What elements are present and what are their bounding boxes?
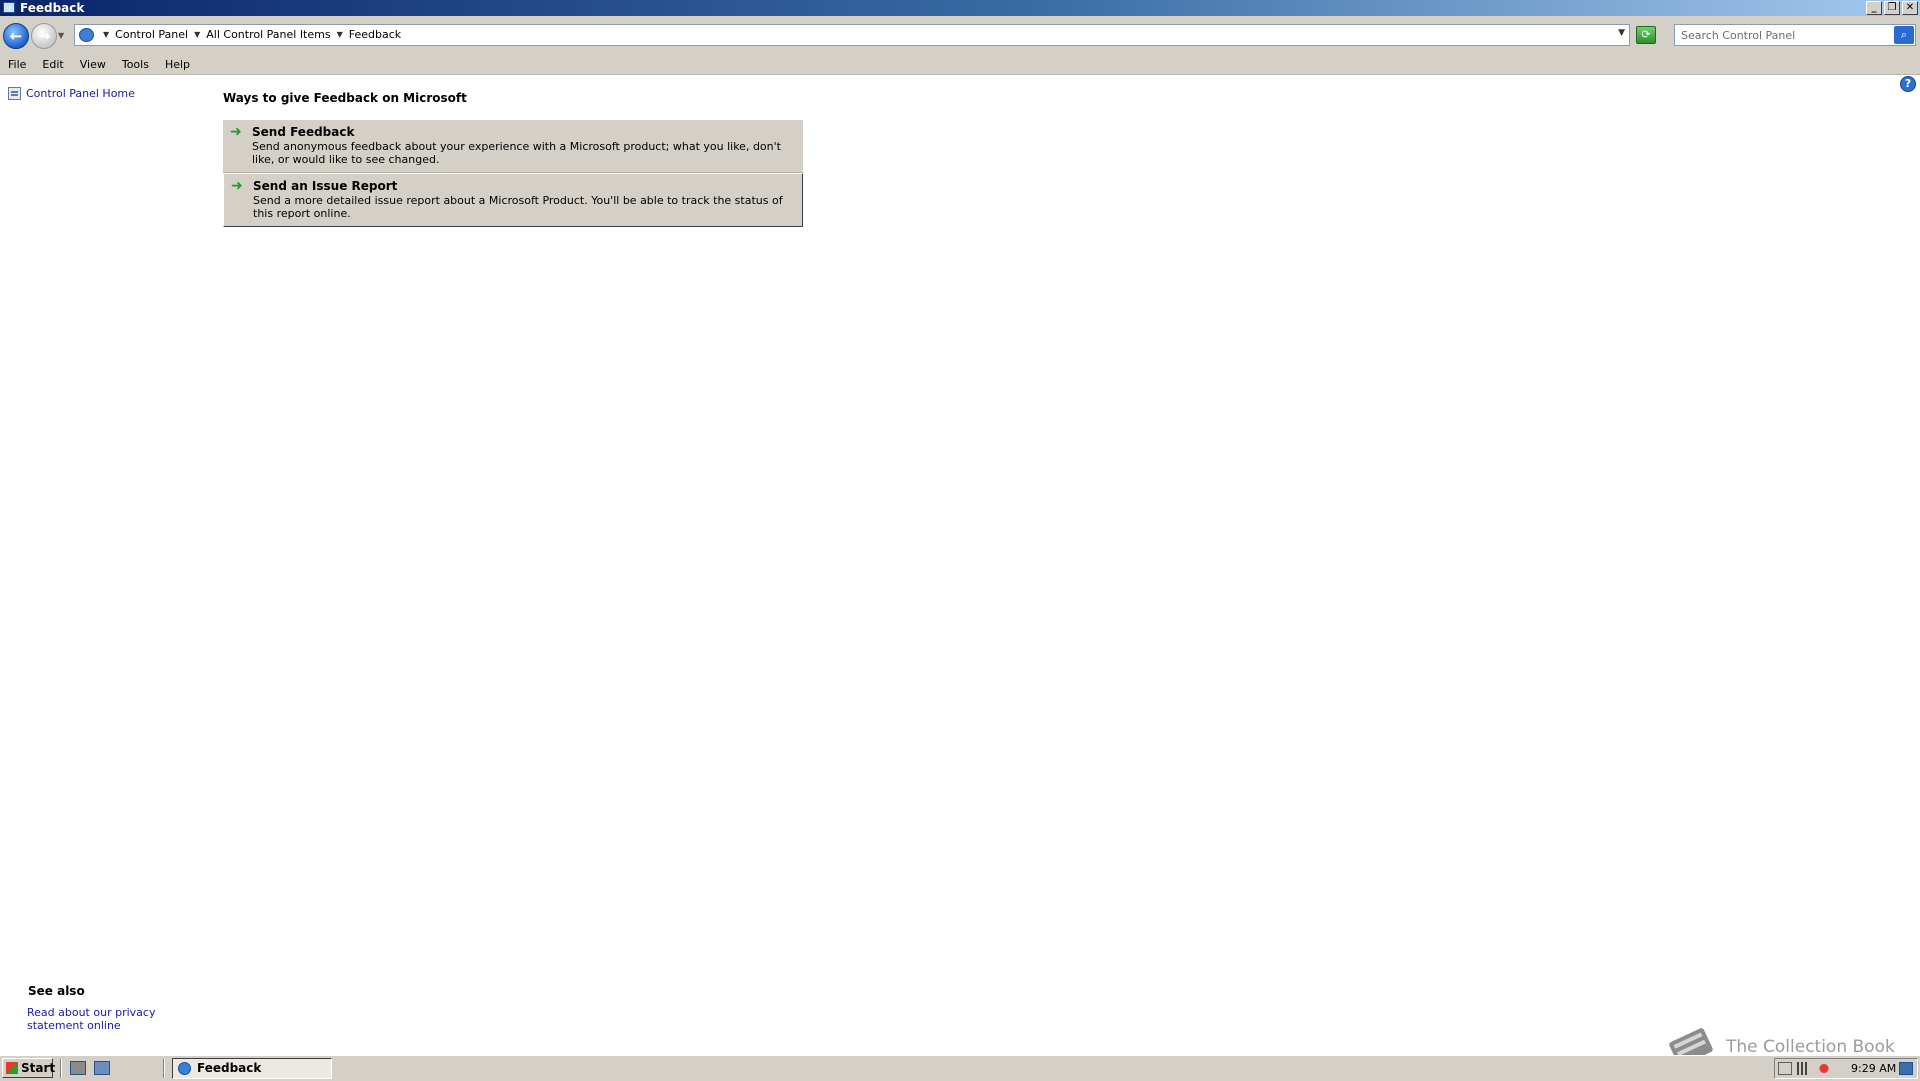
windows-logo-icon	[6, 1062, 18, 1074]
watermark-text: The Collection Book	[1726, 1037, 1895, 1057]
server-manager-icon[interactable]	[70, 1061, 86, 1075]
action-center-icon[interactable]	[1899, 1062, 1913, 1075]
forward-button[interactable]: →	[31, 23, 57, 49]
feedback-window-icon	[178, 1062, 191, 1075]
recent-pages-dropdown[interactable]: ▼	[58, 31, 64, 40]
task-title: Send Feedback	[252, 125, 355, 139]
start-label: Start	[21, 1061, 56, 1075]
forward-arrow-icon: →	[37, 27, 51, 45]
breadcrumb: ▼ Control Panel ▼ All Control Panel Item…	[97, 25, 401, 45]
control-panel-home-label: Control Panel Home	[26, 87, 135, 100]
system-tray: 9:29 AM	[1774, 1058, 1918, 1079]
window-title: Feedback	[20, 1, 85, 15]
chevron-down-icon[interactable]: ▼	[103, 25, 109, 45]
task-title: Send an Issue Report	[253, 179, 398, 193]
task-send-issue-report[interactable]: ➜ Send an Issue Report Send a more detai…	[223, 173, 803, 227]
chevron-down-icon[interactable]: ▼	[194, 25, 200, 45]
navigation-bar: ← → ▼ ▼ Control Panel ▼ All Control Pane…	[0, 16, 1920, 57]
menu-help[interactable]: Help	[157, 56, 198, 74]
task-list: ➜ Send Feedback Send anonymous feedback …	[223, 120, 803, 227]
task-send-feedback[interactable]: ➜ Send Feedback Send anonymous feedback …	[223, 120, 803, 173]
breadcrumb-control-panel[interactable]: Control Panel	[115, 25, 188, 45]
tray-expand-icon[interactable]	[1778, 1062, 1792, 1075]
task-description: Send anonymous feedback about your exper…	[252, 140, 781, 166]
menu-file[interactable]: File	[0, 56, 34, 74]
menu-tools[interactable]: Tools	[114, 56, 157, 74]
taskbar-item-feedback[interactable]: Feedback	[172, 1058, 332, 1079]
left-pane: Control Panel Home	[0, 75, 210, 1050]
refresh-icon: ⟳	[1641, 28, 1651, 41]
window-app-icon	[3, 2, 15, 13]
see-also-heading: See also	[28, 984, 85, 998]
green-arrow-icon: ➜	[231, 178, 243, 194]
minimize-button[interactable]: _	[1866, 1, 1882, 15]
address-bar[interactable]: ▼ Control Panel ▼ All Control Panel Item…	[74, 24, 1630, 46]
control-panel-icon	[8, 87, 21, 100]
feedback-location-icon	[79, 28, 94, 42]
menu-edit[interactable]: Edit	[34, 56, 71, 74]
help-icon[interactable]: ?	[1900, 76, 1916, 92]
taskbar-separator	[60, 1059, 62, 1078]
page-title: Ways to give Feedback on Microsoft	[223, 91, 467, 105]
breadcrumb-feedback[interactable]: Feedback	[349, 25, 401, 45]
address-history-dropdown[interactable]: ▼	[1618, 28, 1625, 38]
search-input[interactable]	[1675, 25, 1897, 45]
task-description: Send a more detailed issue report about …	[253, 194, 783, 220]
chevron-down-icon[interactable]: ▼	[337, 25, 343, 45]
menu-view[interactable]: View	[72, 56, 114, 74]
close-button[interactable]: ✕	[1902, 1, 1918, 15]
refresh-button[interactable]: ⟳	[1636, 26, 1656, 44]
title-bar: Feedback _ ❐ ✕	[0, 0, 1920, 16]
taskbar-item-label: Feedback	[197, 1061, 262, 1075]
restore-button[interactable]: ❐	[1884, 1, 1900, 15]
window-controls: _ ❐ ✕	[1866, 1, 1918, 15]
clock[interactable]: 9:29 AM	[1851, 1059, 1896, 1078]
back-button[interactable]: ←	[3, 23, 29, 49]
taskbar: Start Feedback 9:29 AM	[0, 1055, 1920, 1081]
menu-bar: File Edit View Tools Help	[0, 56, 1920, 75]
back-arrow-icon: ←	[9, 27, 23, 45]
green-arrow-icon: ➜	[230, 124, 242, 140]
alert-icon[interactable]	[1817, 1062, 1831, 1075]
privacy-statement-link[interactable]: Read about our privacy statement online	[27, 1006, 207, 1032]
breadcrumb-all-items[interactable]: All Control Panel Items	[206, 25, 330, 45]
taskbar-separator	[163, 1059, 165, 1078]
control-panel-home-link[interactable]: Control Panel Home	[8, 87, 135, 100]
network-icon[interactable]	[1797, 1062, 1811, 1075]
search-icon: ⌕	[1900, 28, 1908, 41]
search-box: ⌕	[1674, 24, 1916, 46]
show-desktop-icon[interactable]	[94, 1061, 110, 1075]
search-button[interactable]: ⌕	[1894, 26, 1914, 44]
start-button[interactable]: Start	[2, 1058, 56, 1078]
